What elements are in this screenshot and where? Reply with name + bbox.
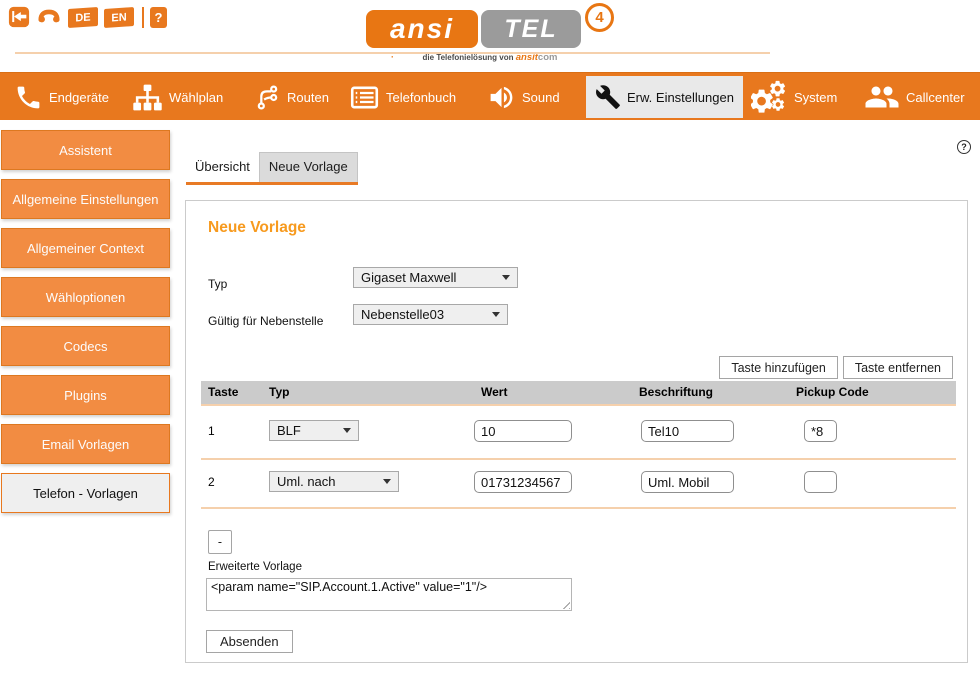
logo-version-badge: 4 <box>585 3 614 32</box>
chevron-down-icon <box>502 275 510 280</box>
sidebar-item-email-vorlagen[interactable]: Email Vorlagen <box>1 424 170 464</box>
advanced-template-textarea[interactable]: <param name="SIP.Account.1.Active" value… <box>206 578 572 611</box>
logout-icon[interactable] <box>8 6 30 28</box>
content-tabs: Übersicht Neue Vorlage <box>186 152 358 185</box>
logo-tagline: die Telefonielösung von ansit · com <box>0 52 980 63</box>
tab-uebersicht[interactable]: Übersicht <box>186 152 259 182</box>
logo-tel-box: TEL <box>481 10 581 48</box>
nav-label: Endgeräte <box>49 89 109 105</box>
row2-number: 2 <box>208 475 215 489</box>
col-beschriftung: Beschriftung <box>639 385 714 399</box>
nebenstelle-select-value: Nebenstelle03 <box>361 307 445 322</box>
main-navbar: Endgeräte Wählplan Routen Telefonbuch So… <box>0 72 980 120</box>
sidebar-item-codecs[interactable]: Codecs <box>1 326 170 366</box>
nav-item-waehlplan[interactable]: Wählplan <box>132 73 223 121</box>
advanced-template-label: Erweiterte Vorlage <box>208 561 302 573</box>
row2-typ-select[interactable]: Uml. nach <box>269 471 399 492</box>
typ-label: Typ <box>208 277 228 291</box>
typ-select[interactable]: Gigaset Maxwell <box>353 267 518 288</box>
remove-key-button[interactable]: Taste entfernen <box>842 356 953 379</box>
col-taste: Taste <box>208 385 239 399</box>
row1-typ-select[interactable]: BLF <box>269 420 359 441</box>
dialplan-icon <box>132 82 163 113</box>
nav-label: Callcenter <box>906 89 965 105</box>
row2-pickup-input[interactable] <box>804 471 837 493</box>
sidebar-item-assistent[interactable]: Assistent <box>1 130 170 170</box>
add-key-button[interactable]: Taste hinzufügen <box>719 356 838 379</box>
row2-wert-input[interactable] <box>474 471 572 493</box>
row1-number: 1 <box>208 424 215 438</box>
sidebar-item-allgemeine-einstellungen[interactable]: Allgemeine Einstellungen <box>1 179 170 219</box>
language-de-flag[interactable]: DE <box>68 6 98 28</box>
people-icon <box>864 79 900 115</box>
page-help-icon[interactable]: ? <box>957 140 971 154</box>
gears-icon <box>751 79 788 116</box>
content-panel: Neue Vorlage Typ Gigaset Maxwell Gültig … <box>185 200 968 663</box>
header-icon-bar: DE EN ? <box>8 6 167 28</box>
wrench-icon <box>595 84 621 110</box>
page-title: Neue Vorlage <box>208 219 306 236</box>
nav-item-endgeraete[interactable]: Endgeräte <box>14 73 109 121</box>
nav-item-routen[interactable]: Routen <box>254 73 329 121</box>
nav-item-system[interactable]: System <box>751 73 837 121</box>
col-pickup-code: Pickup Code <box>796 385 869 399</box>
row1-typ-value: BLF <box>277 423 301 438</box>
speaker-icon <box>487 83 516 112</box>
nav-item-sound[interactable]: Sound <box>487 73 560 121</box>
nav-label: Wählplan <box>169 89 224 105</box>
chevron-down-icon <box>383 479 391 484</box>
tab-neue-vorlage[interactable]: Neue Vorlage <box>258 152 358 182</box>
nebenstelle-select[interactable]: Nebenstelle03 <box>353 304 508 325</box>
sidebar-item-telefon-vorlagen[interactable]: Telefon - Vorlagen <box>1 473 170 513</box>
row2-typ-value: Uml. nach <box>277 474 336 489</box>
row1-wert-input[interactable] <box>474 420 572 442</box>
advanced-template-wrap: <param name="SIP.Account.1.Active" value… <box>206 578 572 611</box>
chevron-down-icon <box>492 312 500 317</box>
nav-item-erw-einstellungen[interactable]: Erw. Einstellungen <box>586 76 743 118</box>
help-book-icon[interactable]: ? <box>150 6 167 28</box>
handset-icon[interactable] <box>36 6 62 28</box>
row-separator <box>201 404 956 406</box>
chevron-down-icon <box>343 428 351 433</box>
language-en-flag[interactable]: EN <box>104 6 134 28</box>
nav-label: Erw. Einstellungen <box>627 89 734 105</box>
ansitel-admin-page: { "header": { "lang_de": "DE", "lang_en"… <box>0 0 980 680</box>
remove-row-button[interactable]: - <box>208 530 232 554</box>
nebenstelle-label: Gültig für Nebenstelle <box>208 314 324 328</box>
nav-label: Telefonbuch <box>386 89 457 105</box>
row1-pickup-input[interactable] <box>804 420 837 442</box>
row2-beschriftung-input[interactable] <box>641 471 734 493</box>
tagline-text: die Telefonielösung von <box>422 53 514 62</box>
sidebar-item-waehloptionen[interactable]: Wähloptionen <box>1 277 170 317</box>
sidebar-item-allgemeiner-context[interactable]: Allgemeiner Context <box>1 228 170 268</box>
nav-label: Routen <box>287 89 329 105</box>
logo-ansi-box: ansi <box>366 10 478 48</box>
routes-icon <box>254 84 281 111</box>
key-buttons: Taste hinzufügen Taste entfernen <box>719 356 953 379</box>
row-separator <box>201 507 956 509</box>
sidebar-item-plugins[interactable]: Plugins <box>1 375 170 415</box>
nav-item-callcenter[interactable]: Callcenter <box>864 73 965 121</box>
submit-button[interactable]: Absenden <box>206 630 293 653</box>
top-header: DE EN ? ansi TEL 4 die Telefonielösung v… <box>0 0 980 72</box>
nav-label: System <box>794 89 838 105</box>
help-divider <box>142 6 144 28</box>
tagline-sep: · <box>15 52 770 62</box>
phone-icon <box>14 83 43 112</box>
nav-item-telefonbuch[interactable]: Telefonbuch <box>349 73 456 121</box>
ansitel-logo: ansi TEL 4 <box>366 3 614 48</box>
nav-label: Sound <box>522 89 560 105</box>
row1-beschriftung-input[interactable] <box>641 420 734 442</box>
keys-table-header: Taste Typ Wert Beschriftung Pickup Code <box>201 381 956 404</box>
col-typ: Typ <box>269 385 290 399</box>
typ-select-value: Gigaset Maxwell <box>361 270 457 285</box>
phonebook-icon <box>349 82 380 113</box>
row-separator <box>201 458 956 460</box>
col-wert: Wert <box>481 385 508 399</box>
